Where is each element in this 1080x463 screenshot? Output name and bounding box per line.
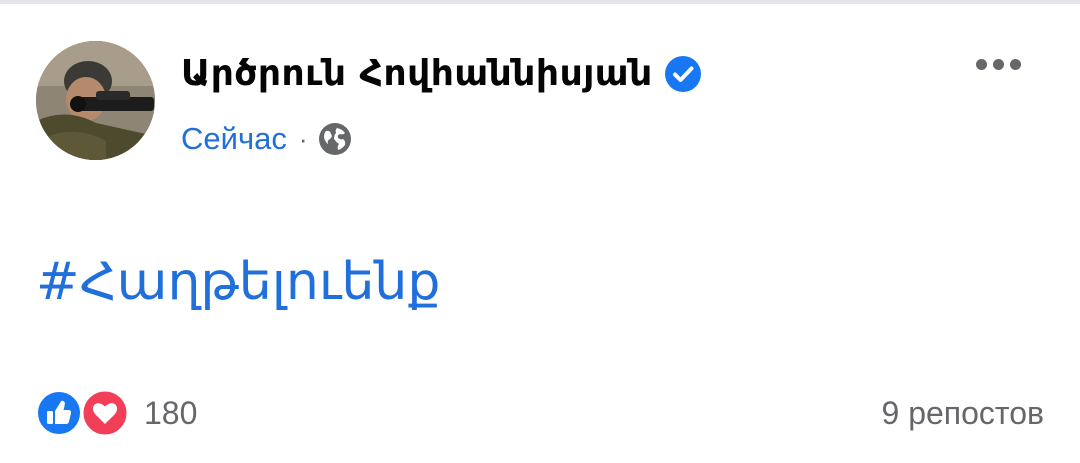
more-options-button[interactable] — [966, 44, 1030, 84]
author-name[interactable]: Արծրուն Հովհաննիսյան — [181, 50, 653, 98]
more-options-dot — [1009, 58, 1021, 70]
post-hashtag-link[interactable]: #Հաղթելուենք — [36, 246, 440, 318]
reaction-icons — [36, 388, 136, 438]
reaction-count: 180 — [144, 395, 198, 431]
post-header: Արծրուն Հովհաննիսյան — [181, 50, 701, 98]
top-divider — [0, 0, 1080, 4]
like-icon — [36, 390, 82, 436]
author-avatar[interactable] — [36, 41, 155, 160]
meta-separator: · — [298, 124, 308, 154]
globe-icon[interactable] — [318, 122, 352, 156]
more-options-icon — [975, 58, 987, 70]
more-options-dot — [992, 58, 1004, 70]
verified-badge-icon — [664, 56, 701, 92]
post-timestamp[interactable]: Сейчас — [181, 118, 287, 160]
post-meta: Сейчас · — [181, 118, 352, 160]
reactions-summary[interactable]: 180 — [36, 388, 197, 438]
avatar-image — [36, 41, 155, 160]
shares-count[interactable]: 9 репостов — [882, 388, 1045, 438]
love-icon — [80, 388, 130, 438]
